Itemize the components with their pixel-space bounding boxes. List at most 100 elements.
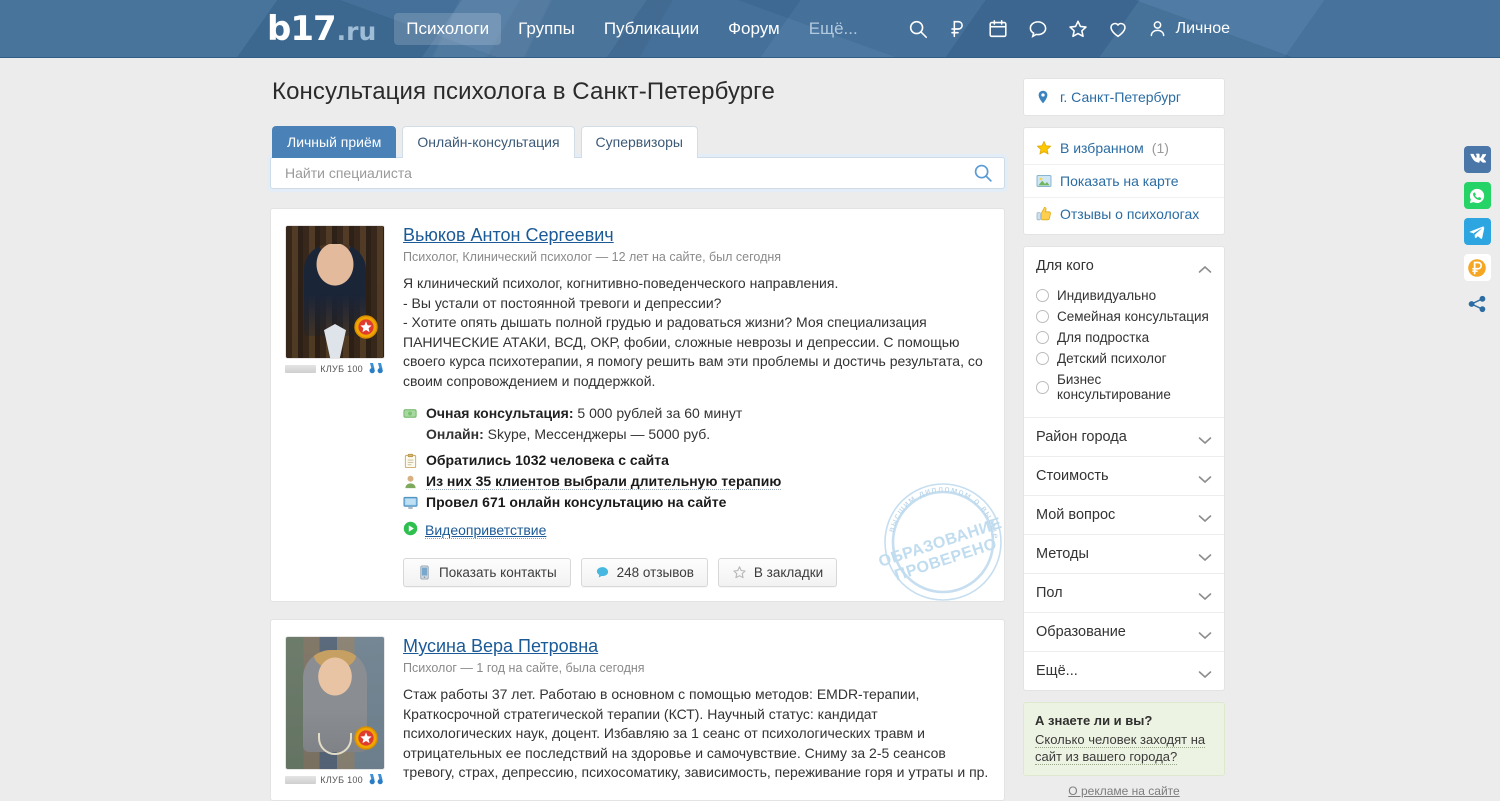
facet-district-header[interactable]: Район города bbox=[1024, 418, 1224, 456]
radio-option-teen[interactable]: Для подростка bbox=[1036, 327, 1212, 348]
facet-my-question: Мой вопрос bbox=[1024, 496, 1224, 535]
radio-label: Семейная консультация bbox=[1057, 309, 1209, 324]
facet-label: Образование bbox=[1036, 624, 1126, 640]
city-selector[interactable]: г. Санкт-Петербург bbox=[1024, 79, 1224, 115]
personal-account-link[interactable]: Личное bbox=[1147, 18, 1230, 40]
club-label: КЛУБ 100 bbox=[320, 774, 363, 785]
facet-price: Стоимость bbox=[1024, 457, 1224, 496]
main-column: Консультация психолога в Санкт-Петербург… bbox=[270, 78, 1005, 801]
description-line: - Хотите опять дышать полной грудью и ра… bbox=[403, 314, 983, 389]
facet-my-question-header[interactable]: Мой вопрос bbox=[1024, 496, 1224, 534]
site-logo[interactable]: b17 .ru bbox=[267, 12, 376, 46]
nav-item-more[interactable]: Ещё... bbox=[797, 13, 870, 45]
psychologist-description: Стаж работы 37 лет. Работаю в основном с… bbox=[403, 685, 990, 783]
calendar-icon[interactable] bbox=[987, 18, 1009, 40]
page-body: Консультация психолога в Санкт-Петербург… bbox=[0, 58, 1500, 801]
show-contacts-button[interactable]: Показать контакты bbox=[403, 558, 571, 587]
play-icon bbox=[403, 521, 418, 539]
tab-online-consultation[interactable]: Онлайн-консультация bbox=[402, 126, 575, 158]
whatsapp-icon[interactable] bbox=[1463, 182, 1491, 209]
chevron-down-icon bbox=[1198, 511, 1212, 522]
comment-icon[interactable] bbox=[1027, 18, 1049, 40]
facet-price-header[interactable]: Стоимость bbox=[1024, 457, 1224, 495]
description-line: Я клинический психолог, когнитивно-повед… bbox=[403, 275, 839, 291]
avatar[interactable] bbox=[285, 225, 385, 359]
bookmark-button[interactable]: В закладки bbox=[717, 558, 838, 587]
promo-title: А знаете ли и вы? bbox=[1035, 713, 1153, 728]
video-greeting-label: Видеоприветствие bbox=[425, 521, 547, 539]
facet-gender-header[interactable]: Пол bbox=[1024, 574, 1224, 612]
facet-label: Для кого bbox=[1036, 258, 1094, 274]
main-navigation: Психологи Группы Публикации Форум Ещё... bbox=[394, 12, 870, 45]
tab-personal-visit[interactable]: Личный приём bbox=[272, 126, 397, 158]
club-medal-icon bbox=[352, 314, 380, 342]
promo-text: Сколько человек заходят на сайт из вашег… bbox=[1035, 732, 1206, 765]
radio-option-family[interactable]: Семейная консультация bbox=[1036, 306, 1212, 327]
yandex-money-icon[interactable] bbox=[1463, 254, 1491, 281]
chevron-up-icon bbox=[1198, 262, 1212, 273]
facet-for-whom: Для кого Индивидуально Семейная консульт bbox=[1024, 247, 1224, 418]
user-icon bbox=[1147, 18, 1169, 40]
card-stats: Очная консультация: 5 000 рублей за 60 м… bbox=[403, 405, 990, 511]
tab-supervisors[interactable]: Супервизоры bbox=[580, 126, 698, 158]
share-icon[interactable] bbox=[1464, 290, 1491, 317]
online-label: Онлайн: bbox=[426, 426, 484, 442]
radio-option-individual[interactable]: Индивидуально bbox=[1036, 285, 1212, 306]
facet-education-header[interactable]: Образование bbox=[1024, 613, 1224, 651]
avatar-column: КЛУБ 100 bbox=[285, 225, 385, 587]
reviews-button[interactable]: 248 отзывов bbox=[580, 558, 708, 587]
radio-circle[interactable] bbox=[1036, 310, 1049, 323]
ads-info-link[interactable]: О рекламе на сайте bbox=[1023, 784, 1225, 798]
show-contacts-label: Показать контакты bbox=[439, 565, 557, 580]
club-badge-row: КЛУБ 100 bbox=[285, 773, 385, 786]
radio-option-business[interactable]: Бизнес консультирование bbox=[1036, 369, 1212, 405]
promo-box[interactable]: А знаете ли и вы? Сколько человек заходя… bbox=[1023, 702, 1225, 776]
stat-online-text: Провел 671 онлайн консультацию на сайте bbox=[426, 494, 727, 510]
favorites-count: (1) bbox=[1151, 140, 1169, 156]
facet-more-header[interactable]: Ещё... bbox=[1024, 652, 1224, 690]
radio-circle[interactable] bbox=[1036, 331, 1049, 344]
search-submit-icon[interactable] bbox=[972, 162, 994, 184]
facet-label: Район города bbox=[1036, 429, 1127, 445]
facet-for-whom-header[interactable]: Для кого bbox=[1024, 247, 1224, 285]
sidebar-link-reviews[interactable]: Отзывы о психологах bbox=[1024, 198, 1224, 230]
favorites-label: В избранном bbox=[1060, 140, 1144, 156]
search-input[interactable] bbox=[283, 164, 972, 182]
radio-option-child[interactable]: Детский психолог bbox=[1036, 348, 1212, 369]
telegram-icon[interactable] bbox=[1463, 218, 1491, 245]
city-selector-box: г. Санкт-Петербург bbox=[1023, 78, 1225, 116]
nav-item-psychologists[interactable]: Психологи bbox=[394, 12, 502, 45]
sidebar-link-favorites[interactable]: В избранном (1) bbox=[1024, 132, 1224, 165]
search-icon[interactable] bbox=[907, 18, 929, 40]
nav-item-publications[interactable]: Публикации bbox=[592, 13, 711, 45]
clipboard-icon bbox=[403, 453, 418, 469]
card-info: Мусина Вера Петровна Психолог — 1 год на… bbox=[403, 636, 990, 786]
ruble-icon[interactable] bbox=[947, 18, 969, 40]
psychologist-name-link[interactable]: Вьюков Антон Сергеевич bbox=[403, 225, 614, 246]
logo-text: b17 bbox=[267, 8, 337, 49]
star-icon[interactable] bbox=[1067, 18, 1089, 40]
radio-circle[interactable] bbox=[1036, 380, 1049, 394]
chevron-down-icon bbox=[1198, 433, 1212, 444]
facet-methods-header[interactable]: Методы bbox=[1024, 535, 1224, 573]
thumbs-up-icon bbox=[1036, 206, 1052, 222]
nav-item-groups[interactable]: Группы bbox=[506, 13, 587, 45]
nav-item-forum[interactable]: Форум bbox=[716, 13, 792, 45]
radio-circle[interactable] bbox=[1036, 289, 1049, 302]
facet-label: Методы bbox=[1036, 546, 1089, 562]
card-actions: Показать контакты 248 отзывов В закладки bbox=[403, 558, 990, 587]
chevron-down-icon bbox=[1198, 550, 1212, 561]
heart-icon[interactable] bbox=[1107, 18, 1129, 40]
vk-icon[interactable] bbox=[1463, 146, 1491, 173]
price-label: Очная консультация: bbox=[426, 405, 574, 421]
radio-label: Индивидуально bbox=[1057, 288, 1157, 303]
video-greeting-link[interactable]: Видеоприветствие bbox=[403, 521, 990, 539]
social-share-rail bbox=[1462, 146, 1492, 317]
facet-more: Ещё... bbox=[1024, 652, 1224, 690]
facet-label: Стоимость bbox=[1036, 468, 1109, 484]
avatar[interactable] bbox=[285, 636, 385, 770]
radio-circle[interactable] bbox=[1036, 352, 1049, 365]
sidebar-link-map[interactable]: Показать на карте bbox=[1024, 165, 1224, 198]
reviews-label: Отзывы о психологах bbox=[1060, 206, 1200, 222]
psychologist-name-link[interactable]: Мусина Вера Петровна bbox=[403, 636, 598, 657]
